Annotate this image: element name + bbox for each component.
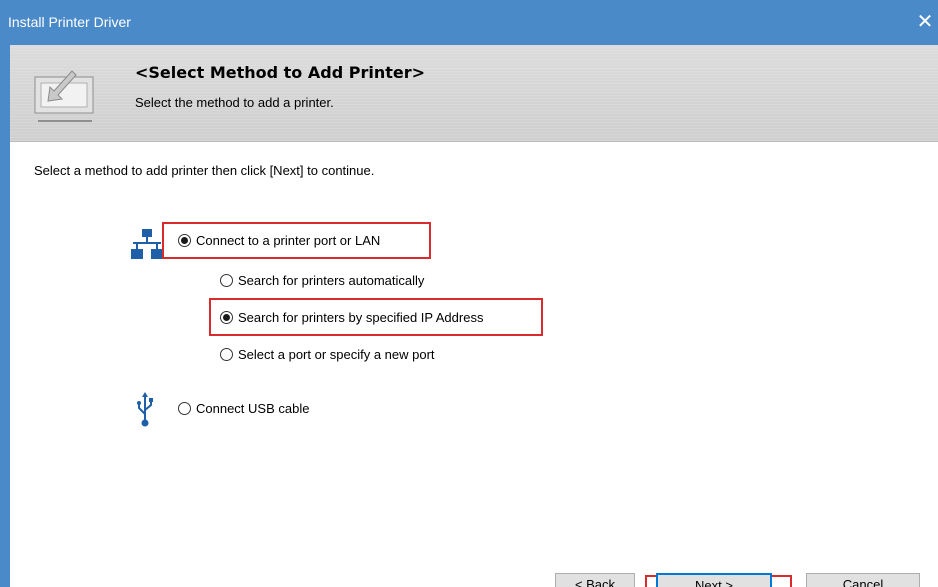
port-option-label: Select a port or specify a new port — [238, 347, 435, 362]
back-button[interactable]: < Back — [555, 573, 635, 587]
auto-search-label: Search for printers automatically — [238, 273, 425, 288]
lan-radio[interactable] — [178, 234, 191, 247]
lan-option[interactable]: Connect to a printer port or LAN — [178, 233, 380, 248]
cancel-button[interactable]: Cancel — [806, 573, 920, 587]
usb-option[interactable]: Connect USB cable — [178, 401, 309, 416]
lan-option-label: Connect to a printer port or LAN — [196, 233, 381, 248]
title-bar: Install Printer Driver ✕ — [0, 0, 938, 45]
usb-icon — [137, 392, 153, 427]
ip-search-label: Search for printers by specified IP Addr… — [238, 310, 484, 325]
port-radio[interactable] — [220, 348, 233, 361]
header-subtitle: Select the method to add a printer. — [135, 95, 334, 110]
auto-search-option[interactable]: Search for printers automatically — [220, 273, 424, 288]
next-button[interactable]: Next > — [656, 573, 772, 587]
auto-search-radio[interactable] — [220, 274, 233, 287]
port-option[interactable]: Select a port or specify a new port — [220, 347, 435, 362]
window-frame-left — [0, 45, 10, 587]
close-icon[interactable]: ✕ — [912, 10, 938, 36]
printer-install-icon — [34, 70, 94, 122]
wizard-header: <Select Method to Add Printer> Select th… — [10, 45, 938, 142]
window-title: Install Printer Driver — [8, 14, 131, 30]
instruction-text: Select a method to add printer then clic… — [34, 163, 375, 178]
usb-option-label: Connect USB cable — [196, 401, 310, 416]
header-title: <Select Method to Add Printer> — [135, 63, 426, 82]
ip-search-radio[interactable] — [220, 311, 233, 324]
usb-radio[interactable] — [178, 402, 191, 415]
network-icon — [131, 229, 163, 259]
ip-search-option[interactable]: Search for printers by specified IP Addr… — [220, 310, 483, 325]
